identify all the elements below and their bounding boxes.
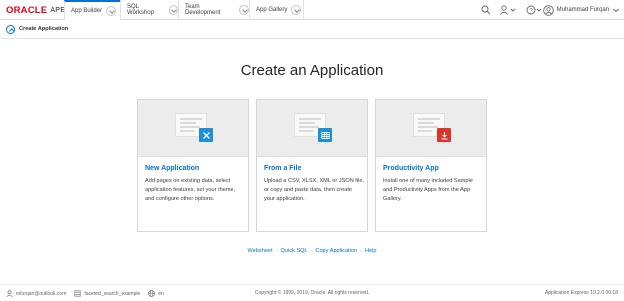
link-copy-application[interactable]: Copy Application [315,248,357,254]
wrench-icon [199,128,213,142]
user-avatar-icon [542,4,554,16]
chevron-down-icon[interactable] [106,6,117,16]
card-new-application[interactable]: New Application Add pages on existing da… [137,99,249,232]
user-menu[interactable]: Muhammad Furqan [542,0,620,20]
tab-label: App Builder [71,8,103,14]
footer-version: Application Express 19.2.0.00.18 [544,290,618,296]
link-help[interactable]: Help [365,248,377,254]
link-quick-sql[interactable]: Quick SQL [280,248,307,254]
help-icon[interactable]: ? [526,4,544,16]
chevron-down-icon[interactable] [239,5,249,15]
link-websheet[interactable]: Websheet [248,248,273,254]
chevron-down-icon [613,8,619,13]
back-arrow-icon[interactable] [6,24,15,34]
breadcrumb: Create Application [0,20,624,39]
card-title[interactable]: Productivity App [383,165,439,172]
tab-sql-workshop[interactable]: SQL Workshop [120,0,178,20]
link-separator: · [360,248,362,254]
footer: mfurqan@outlook.com faceted_search_examp… [0,284,624,301]
breadcrumb-label: Create Application [19,26,69,32]
card-illustration [257,100,367,157]
chevron-down-icon[interactable] [291,5,302,15]
oracle-apex-logo[interactable]: ORACLE APEX [6,4,70,16]
link-separator: · [310,248,313,254]
footer-copyright: Copyright © 1999, 2019, Oracle. All righ… [254,290,370,296]
tab-label: App Gallery [256,7,288,13]
page-title: Create an Application [240,62,384,79]
card-productivity-app[interactable]: Productivity App Install one of many inc… [375,99,487,232]
user-name: Muhammad Furqan [556,7,609,13]
tab-team-development[interactable]: Team Development [178,0,249,20]
chevron-down-icon[interactable] [168,5,178,15]
download-icon [437,128,451,142]
card-from-a-file[interactable]: From a File Upload a CSV, XLSX, XML or J… [256,99,368,232]
administration-icon[interactable] [500,4,518,16]
link-separator: · [275,248,278,254]
tab-app-builder[interactable]: App Builder [64,0,120,20]
search-icon[interactable] [481,4,491,16]
secondary-links: Websheet · Quick SQL · Copy Application · Help [0,248,624,254]
top-navigation-bar: ORACLE APEX App Builder SQL Workshop Tea… [0,0,624,20]
tab-label: SQL Workshop [127,4,154,16]
card-illustration [376,100,486,157]
card-title[interactable]: From a File [264,165,301,172]
tab-app-gallery[interactable]: App Gallery [249,0,304,20]
card-illustration [138,100,248,157]
tab-label: Team Development [185,4,221,16]
logo-brand: ORACLE [6,4,48,16]
table-icon [318,128,332,142]
card-description: Install one of many included Sample and … [383,178,473,202]
card-description: Upload a CSV, XLSX, XML or JSON file, or… [264,178,365,202]
card-description: Add pages on existing data, select appli… [145,178,236,202]
card-title[interactable]: New Application [145,165,199,172]
